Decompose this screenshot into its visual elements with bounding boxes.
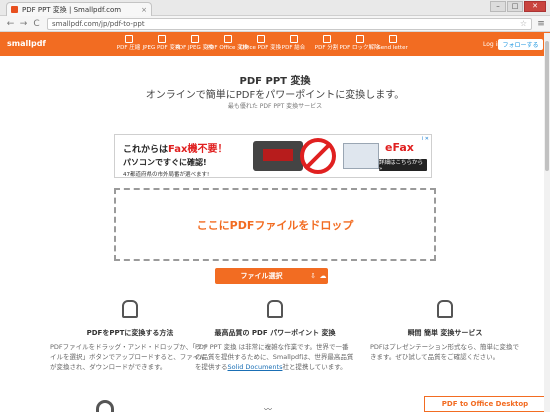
ad-banner[interactable]: これからはFax機不要！ パソコンですぐに確認! 47都道府県の市外局番が選べま… [114, 134, 432, 178]
close-window-button[interactable]: ✕ [524, 1, 546, 12]
split-icon [322, 35, 331, 43]
fax-machine-icon [253, 141, 303, 171]
page-title: PDF PPT 変換 [239, 76, 311, 87]
nav-item[interactable]: PDF Office 変換 [207, 32, 248, 56]
bookmark-star-icon[interactable]: ☆ [520, 19, 527, 28]
office-icon [223, 35, 232, 43]
site-header: smallpdf PDF 圧縮 JPEG PDF 変換 PDF JPEG 変換 PDF… [0, 32, 550, 56]
nav-item[interactable]: JPEG PDF 変換 [143, 32, 180, 56]
cloud-icon[interactable]: ☁ [318, 272, 328, 280]
unlock-icon [355, 35, 364, 43]
nav-item[interactable]: Send letter [376, 32, 409, 56]
window-controls: – □ ✕ [490, 1, 546, 12]
browser-toolbar: ← → C smallpdf.com/jp/pdf-to-ppt ☆ ≡ [0, 16, 550, 32]
jpg-to-pdf-icon [157, 35, 166, 43]
ad-choices-icon[interactable]: i ✕ [422, 136, 429, 142]
file-dropzone[interactable]: ここにPDFファイルをドロップ [114, 188, 436, 261]
feature-desc-text-end: 社と提携しています。 [282, 363, 347, 371]
feature-title: 最高品質の PDF パワーポイント 変換 [214, 329, 336, 337]
merge-icon [289, 35, 298, 43]
nav-item[interactable]: PDF ロック解除 [340, 32, 379, 56]
nav-item-label: Send letter [377, 45, 408, 51]
ad-line1-highlight: Fax機不要！ [168, 144, 228, 155]
page-caption: 最も優れた PDF PPT 変換サービス [227, 103, 323, 110]
download-icon[interactable]: ⇩ [308, 272, 318, 280]
minimize-button[interactable]: – [490, 1, 506, 12]
maximize-button[interactable]: □ [507, 1, 523, 12]
file-select-label: ファイル選択 [240, 272, 283, 280]
tool-nav: PDF 圧縮 JPEG PDF 変換 PDF JPEG 変換 PDF Office 変… [112, 32, 409, 56]
dropzone-label: ここにPDFファイルをドロップ [196, 218, 354, 232]
feature-instant: 瞬間 簡単 変換サービス PDFはプレゼンテーション形式なら、簡単に変換できます… [370, 300, 520, 362]
wave-icon: 〰 [264, 405, 272, 412]
laptop-icon [343, 143, 379, 169]
feature-how-to: PDFをPPTに変換する方法 PDFファイルをドラッグ・アンド・ドロップか、「フ… [50, 300, 210, 372]
nav-item-label: PDF ロック解除 [339, 45, 380, 51]
ad-line3: 47都道府県の市外局番が選べます! [123, 172, 210, 178]
compress-icon [124, 35, 133, 43]
smallpdf-favicon-icon [11, 6, 18, 13]
browser-menu-button[interactable]: ≡ [536, 19, 546, 29]
forward-button[interactable]: → [17, 19, 30, 29]
page-subtitle: オンラインで簡単にPDFをパワーポイントに変換します。 [145, 90, 405, 101]
nav-item-label: PDF 圧縮 [116, 45, 141, 51]
ad-text: これからはFax機不要！ パソコンですぐに確認! 47都道府県の市外局番が選べま… [123, 140, 243, 178]
letter-icon [388, 35, 397, 43]
ad-line2: パソコンですぐに確認! [123, 158, 207, 167]
tab-title: PDF PPT 変換 | Smallpdf.com [22, 5, 122, 14]
efax-logo: eFax [385, 141, 414, 154]
nav-item-label: Office PDF 変換 [239, 45, 282, 51]
nav-item[interactable]: PDF JPEG 変換 [176, 32, 213, 56]
nav-item[interactable]: Office PDF 変換 [240, 32, 281, 56]
pdf-to-jpg-icon [190, 35, 199, 43]
feature-quality: 最高品質の PDF パワーポイント 変換 PDF PPT 変換 は非常に複雑な作… [195, 300, 355, 372]
feature-desc: PDFはプレゼンテーション形式なら、簡単に変換できます。ぜひ試して品質をご確認く… [370, 343, 520, 361]
lightning-icon [437, 300, 453, 318]
page-scrollbar[interactable] [544, 33, 550, 412]
feature-desc: PDFファイルをドラッグ・アンド・ドロップか、「ファイルを選択」ボタンでアップロ… [50, 343, 209, 371]
lock-icon [96, 400, 114, 412]
rocket-icon [122, 300, 138, 318]
pdf-to-office-desktop-button[interactable]: PDF to Office Desktop [424, 396, 546, 412]
browser-tab[interactable]: PDF PPT 変換 | Smallpdf.com × [6, 2, 152, 16]
nav-item[interactable]: PDF 分割 [310, 32, 343, 56]
nav-item[interactable]: PDF 結合 [277, 32, 310, 56]
url-text[interactable]: smallpdf.com/jp/pdf-to-ppt [52, 20, 145, 28]
ad-cta-button[interactable]: 詳細はこちらから » [379, 159, 427, 172]
feature-desc: PDF PPT 変換 は非常に複雑な作業です。世界で一番の品質を提供するために、… [195, 342, 355, 372]
close-icon[interactable]: × [141, 6, 147, 14]
office-to-pdf-icon [256, 35, 265, 43]
scrollbar-thumb[interactable] [545, 41, 549, 171]
nav-item[interactable]: PDF 圧縮 [112, 32, 145, 56]
ad-line1-prefix: これからは [123, 145, 169, 155]
back-button[interactable]: ← [4, 19, 17, 29]
nav-item-label: PDF 結合 [281, 45, 306, 51]
reload-button[interactable]: C [30, 19, 43, 29]
browser-titlebar: PDF PPT 変換 | Smallpdf.com × – □ ✕ [0, 0, 550, 16]
nav-item-label: PDF 分割 [314, 45, 339, 51]
prohibited-icon [300, 138, 336, 174]
feature-title: PDFをPPTに変換する方法 [86, 329, 174, 337]
feature-title: 瞬間 簡単 変換サービス [407, 329, 483, 337]
solid-documents-link[interactable]: Solid Documents [228, 363, 283, 371]
follow-button[interactable]: フォローする [498, 39, 543, 50]
smallpdf-logo[interactable]: smallpdf [7, 39, 46, 48]
file-select-button[interactable]: ファイル選択 ⇩ ☁ [215, 268, 328, 284]
trophy-icon [267, 300, 283, 318]
address-bar[interactable]: smallpdf.com/jp/pdf-to-ppt ☆ [47, 17, 532, 30]
